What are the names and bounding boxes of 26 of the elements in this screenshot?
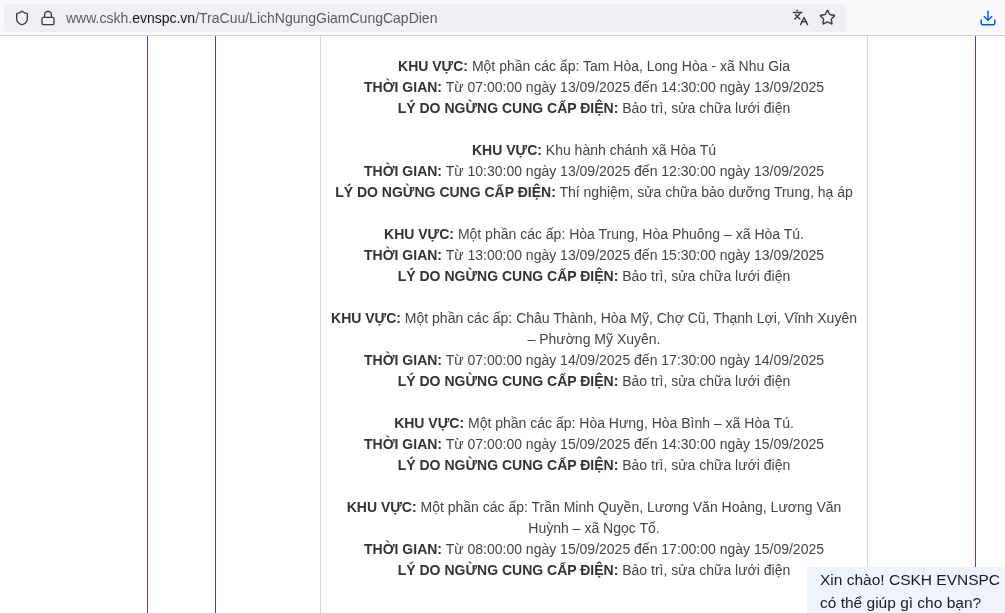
outage-detail-text: LÝ DO NGỪNG CUNG CẤP ĐIỆN: Thí nghiệm, sửa chữa bảo dưỡng Trung, hạ áp [335,182,853,202]
translate-icon[interactable] [792,9,809,26]
chat-greeting-bubble[interactable]: Xin chào! CSKH EVNSPC có thể giúp gì cho bạn? [807,567,1005,613]
outage-detail-text: LÝ DO NGỪNG CUNG CẤP ĐIỆN: Bảo trì, sửa chữa lưới điện [397,371,791,391]
outage-detail-text: THỜI GIAN: Từ 10:30:00 ngày 13/09/2025 đến 12:30:00 ngày 13/09/2025 [363,161,824,181]
download-icon[interactable] [979,8,997,27]
outage-detail-text: KHU VỰC: Một phần các ấp: Châu Thành, Hòa Mỹ, Chợ Cũ, Thạnh Lợi, Vĩnh Xuyên – Phường Mỹ Xuyên. [330,309,858,349]
outage-detail-text: KHU VỰC: Một phần các ấp: Hòa Trung, Hòa Phuông – xã Hòa Tú. [384,225,804,244]
outage-detail-text: LÝ DO NGỪNG CUNG CẤP ĐIỆN: Bảo trì, sửa chữa lưới điện [397,266,791,286]
outage-detail-text: THỜI GIAN: Từ 13:00:00 ngày 13/09/2025 đến 15:30:00 ngày 13/09/2025 [363,245,824,265]
lock-icon[interactable] [40,9,56,26]
outage-detail-text: KHU VỰC: Khu hành chánh xã Hòa Tú [471,141,716,160]
outage-detail-text: KHU VỰC: Một phần các ấp: Hòa Hưng, Hòa Bình – xã Hòa Tú. [394,414,794,433]
url-text: www.cskh.evnspc.vn/TraCuu/LichNgungGiamCungCapDien [66,9,439,26]
shield-icon[interactable] [14,9,30,26]
outage-detail-text: LÝ DO NGỪNG CUNG CẤP ĐIỆN: Bảo trì, sửa chữa lưới điện [397,98,791,118]
outage-detail-text: THỜI GIAN: Từ 07:00:00 ngày 14/09/2025 đến 17:30:00 ngày 14/09/2025 [363,350,824,370]
outage-detail-text: LÝ DO NGỪNG CUNG CẤP ĐIỆN: Bảo trì, sửa chữa lưới điện [397,455,791,475]
outage-detail-text: KHU VỰC: Một phần các ấp: Trần Minh Quyền, Lương Văn Hoàng, Lương Văn Huỳnh – xã Ngọc Tố. [345,498,843,538]
address-bar[interactable]: www.cskh.evnspc.vn/TraCuu/LichNgungGiamCungCapDien [4,3,846,32]
outage-detail-text: THỜI GIAN: Từ 07:00:00 ngày 15/09/2025 đến 14:30:00 ngày 15/09/2025 [363,434,824,454]
outage-detail-text: KHU VỰC: Một phần các ấp: Tam Hòa, Long Hòa - xã Nhu Gia [398,57,790,76]
star-icon[interactable] [819,9,836,26]
outage-detail-text: THỜI GIAN: Từ 08:00:00 ngày 15/09/2025 đến 17:00:00 ngày 15/09/2025 [363,539,824,559]
outage-detail-text: LÝ DO NGỪNG CUNG CẤP ĐIỆN: Bảo trì, sửa chữa lưới điện [397,560,791,580]
outage-detail-text: THỜI GIAN: Từ 07:00:00 ngày 13/09/2025 đến 14:30:00 ngày 13/09/2025 [363,77,824,97]
